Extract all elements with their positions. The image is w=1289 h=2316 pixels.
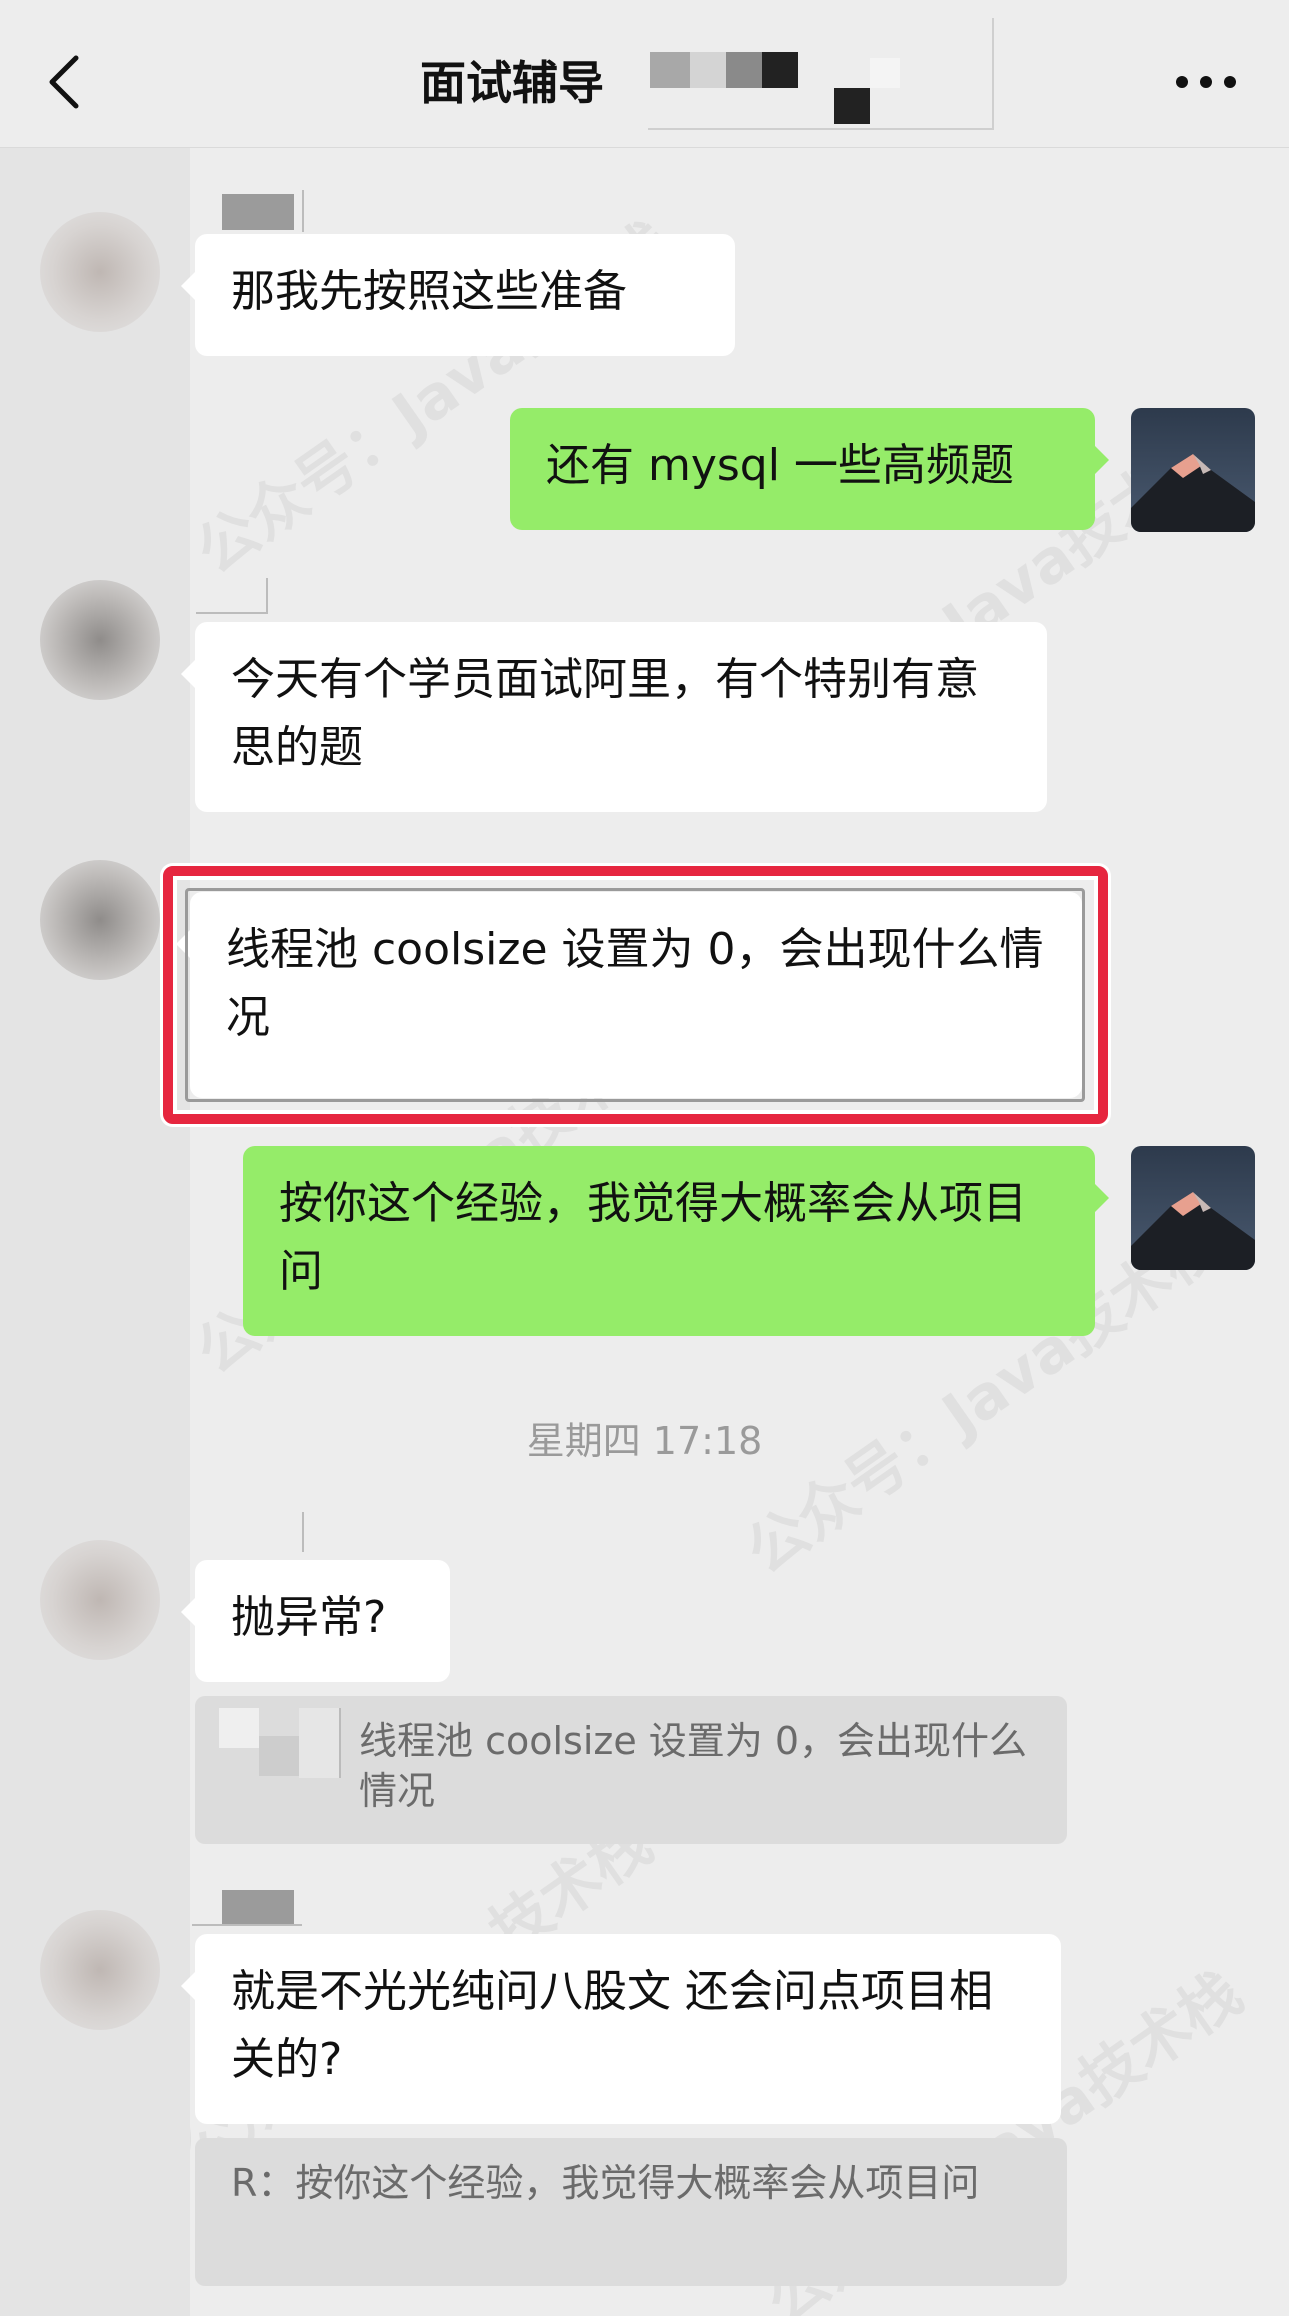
message-bubble[interactable]: 抛异常? [181,1560,450,1682]
quote-thumbnail [219,1708,341,1778]
message-text: 那我先按照这些准备 [231,266,627,317]
chevron-left-icon[interactable] [44,52,84,112]
message-text: 就是不光光纯问八股文 还会问点项目相关的? [231,1966,993,2085]
message-bubble[interactable]: 还有 mysql 一些高频题 [510,408,1109,530]
quote-text: R：按你这个经验，我觉得大概率会从项目问 [231,2161,980,2205]
message-text: 还有 mysql 一些高频题 [546,440,1014,491]
avatar[interactable] [40,212,160,332]
message-bubble[interactable]: 按你这个经验，我觉得大概率会从项目问 [243,1146,1109,1336]
avatar[interactable] [40,860,160,980]
divider [192,1924,302,1926]
sender-name [222,194,294,230]
message-text: 按你这个经验，我觉得大概率会从项目问 [279,1178,1027,1297]
avatar[interactable] [40,1910,160,2030]
more-dots-icon[interactable] [1176,72,1236,92]
sender-name [222,1890,294,1926]
avatar[interactable] [40,1540,160,1660]
divider [302,1512,304,1552]
divider [196,612,268,614]
avatar[interactable] [40,580,160,700]
message-text: 抛异常? [231,1592,387,1643]
chat-title: 面试辅导 [420,56,604,110]
message-bubble[interactable]: 今天有个学员面试阿里，有个特别有意思的题 [181,622,1047,812]
chat-timestamp: 星期四 17:18 [526,1419,763,1463]
quoted-message[interactable]: R：按你这个经验，我觉得大概率会从项目问 [195,2138,1067,2286]
message-bubble[interactable]: 就是不光光纯问八股文 还会问点项目相关的? [181,1934,1061,2124]
highlight-inner-border [185,888,1085,1102]
chat-header: 面试辅导 [0,0,1289,148]
divider [302,190,304,232]
divider [266,578,268,614]
message-bubble[interactable]: 那我先按照这些准备 [181,234,735,356]
user-avatar[interactable] [1131,1146,1255,1270]
user-avatar[interactable] [1131,408,1255,532]
quoted-message[interactable]: 线程池 coolsize 设置为 0，会出现什么情况 [195,1696,1067,1844]
message-text: 今天有个学员面试阿里，有个特别有意思的题 [231,654,979,773]
